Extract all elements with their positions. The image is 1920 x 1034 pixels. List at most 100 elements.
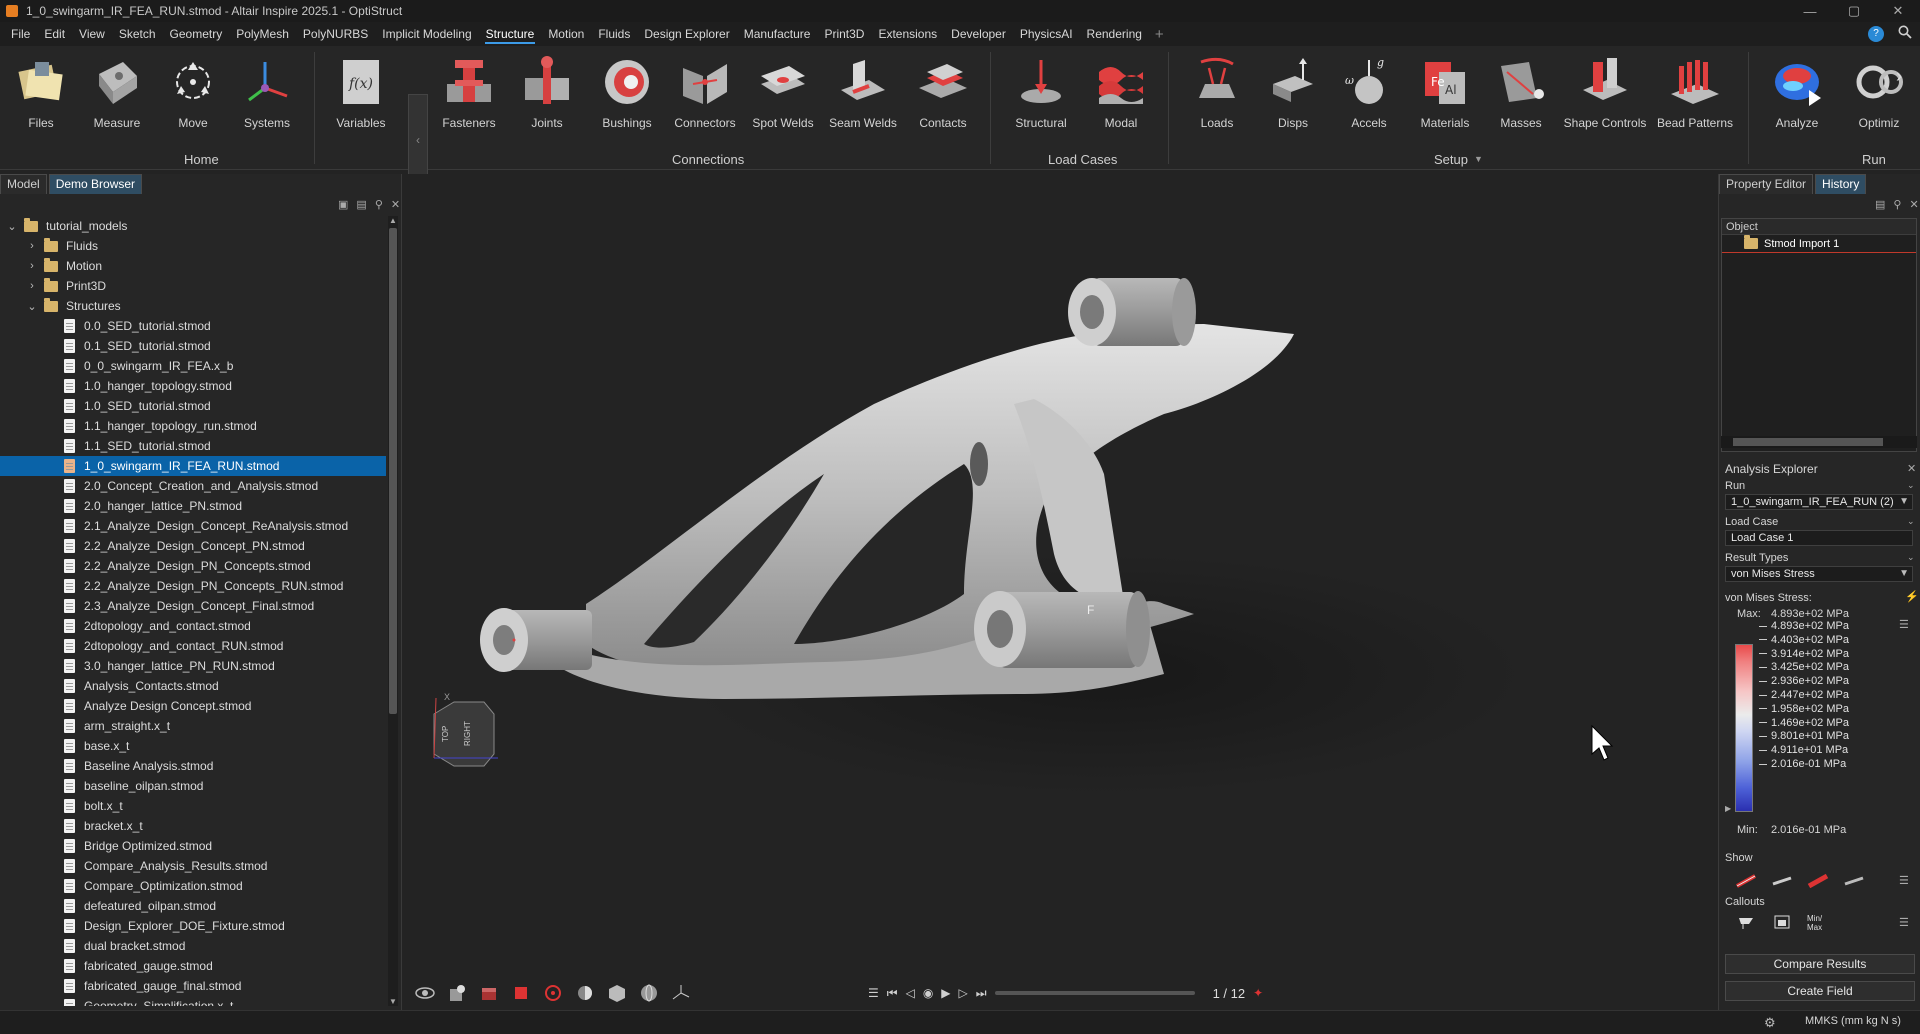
visibility-icon[interactable] — [446, 982, 468, 1004]
menu-polymesh[interactable]: PolyMesh — [229, 22, 296, 46]
last-frame-icon[interactable]: ⏭ — [976, 986, 987, 1001]
help-icon[interactable]: ? — [1868, 25, 1884, 42]
bead-patterns-tool[interactable]: Bead Patterns — [1657, 52, 1733, 130]
tree-file[interactable]: Design_Explorer_DOE_Fixture.stmod — [0, 916, 386, 936]
chevron-down-icon[interactable]: ⌄ — [1907, 516, 1915, 527]
tree-file[interactable]: 2.1_Analyze_Design_Concept_ReAnalysis.st… — [0, 516, 386, 536]
tree-file[interactable]: 1.0_hanger_topology.stmod — [0, 376, 386, 396]
tree-file[interactable]: 2dtopology_and_contact_RUN.stmod — [0, 636, 386, 656]
swingarm-model[interactable]: F TOP RIGHT X Y — [396, 174, 1716, 1010]
tree-file[interactable]: 1.1_hanger_topology_run.stmod — [0, 416, 386, 436]
callout-flag-icon[interactable] — [1735, 914, 1757, 930]
close-button[interactable]: ✕ — [1876, 0, 1920, 22]
tree-file[interactable]: Analyze Design Concept.stmod — [0, 696, 386, 716]
chevron-down-icon[interactable]: ⌄ — [1907, 552, 1915, 563]
fasteners-tool[interactable]: Fasteners — [432, 52, 506, 130]
cube-icon[interactable] — [606, 982, 628, 1004]
view-orbit-icon[interactable] — [414, 982, 436, 1004]
menu-edit[interactable]: Edit — [37, 22, 72, 46]
tree-file[interactable]: 1.1_SED_tutorial.stmod — [0, 436, 386, 456]
analyze-tool[interactable]: Analyze — [1760, 52, 1834, 130]
close-icon[interactable]: ✕ — [1907, 462, 1916, 475]
history-scrollbar[interactable] — [1721, 436, 1917, 448]
chevron-right-icon[interactable]: › — [26, 260, 38, 272]
search-icon[interactable]: ⚲ — [1893, 198, 1901, 211]
minimize-button[interactable]: — — [1788, 0, 1832, 22]
structural-tool[interactable]: Structural — [1004, 52, 1078, 130]
tab-demo-browser[interactable]: Demo Browser — [48, 174, 143, 194]
outline-icon[interactable] — [1843, 872, 1865, 888]
run-select[interactable]: 1_0_swingarm_IR_FEA_RUN (2) ▼ — [1725, 494, 1913, 510]
tree-file[interactable]: 2.0_hanger_lattice_PN.stmod — [0, 496, 386, 516]
view-cube-top[interactable]: TOP — [441, 726, 450, 742]
tree-file[interactable]: 0.0_SED_tutorial.stmod — [0, 316, 386, 336]
contour-icon[interactable] — [1807, 872, 1829, 889]
callout-image-icon[interactable] — [1771, 914, 1793, 930]
tree-file[interactable]: 2.2_Analyze_Design_Concept_PN.stmod — [0, 536, 386, 556]
optimize-tool[interactable]: Optimiz — [1842, 52, 1916, 130]
tree-file[interactable]: Compare_Analysis_Results.stmod — [0, 856, 386, 876]
tree-file[interactable]: defeatured_oilpan.stmod — [0, 896, 386, 916]
joints-tool[interactable]: Joints — [510, 52, 584, 130]
create-field-button[interactable]: Create Field — [1725, 981, 1915, 1001]
animation-slider[interactable] — [994, 991, 1195, 995]
layout-icon[interactable]: ▤ — [1875, 198, 1885, 211]
tree-file[interactable]: Baseline Analysis.stmod — [0, 756, 386, 776]
record-icon[interactable]: ◉ — [923, 986, 933, 1000]
tree-file[interactable]: Geometry_Simplification.x_t — [0, 996, 386, 1006]
menu-view[interactable]: View — [72, 22, 112, 46]
3d-viewport[interactable]: F TOP RIGHT X Y — [396, 174, 1716, 1010]
disps-tool[interactable]: Disps — [1256, 52, 1330, 130]
menu-geometry[interactable]: Geometry — [163, 22, 230, 46]
masses-tool[interactable]: Masses — [1484, 52, 1558, 130]
close-icon[interactable]: ✕ — [1909, 198, 1918, 211]
fit-view-icon[interactable] — [510, 982, 532, 1004]
tree-folder[interactable]: › Print3D — [0, 276, 386, 296]
accels-tool[interactable]: gω Accels — [1332, 52, 1406, 130]
animation-menu-icon[interactable]: ☰ — [868, 986, 879, 1000]
animation-settings-icon[interactable]: ✦ — [1253, 986, 1263, 1000]
menu-structure[interactable]: Structure — [479, 22, 542, 46]
tree-file[interactable]: 2.2_Analyze_Design_PN_Concepts_RUN.stmod — [0, 576, 386, 596]
view-cube-right[interactable]: RIGHT — [463, 721, 472, 746]
tree-file[interactable]: 2.0_Concept_Creation_and_Analysis.stmod — [0, 476, 386, 496]
gear-icon[interactable]: ⚙ — [1764, 1015, 1776, 1031]
menu-rendering[interactable]: Rendering — [1080, 22, 1149, 46]
modal-tool[interactable]: Modal — [1084, 52, 1158, 130]
tree-file[interactable]: 1_0_swingarm_IR_FEA_RUN.stmod — [0, 456, 386, 476]
chevron-down-icon[interactable]: ⌄ — [6, 220, 18, 233]
search-icon[interactable]: ⚲ — [375, 198, 383, 211]
load-marker[interactable]: F — [1087, 603, 1094, 617]
menu-sketch[interactable]: Sketch — [112, 22, 163, 46]
ribbon-scroll-right[interactable]: › — [1896, 66, 1902, 87]
tree-folder[interactable]: ⌄ Structures — [0, 296, 386, 316]
files-tool[interactable]: Files — [4, 52, 78, 130]
deformed-shape-icon[interactable] — [1735, 872, 1757, 888]
chevron-down-icon[interactable]: ⌄ — [26, 300, 38, 313]
tree-file[interactable]: 2dtopology_and_contact.stmod — [0, 616, 386, 636]
tree-file[interactable]: Analysis_Contacts.stmod — [0, 676, 386, 696]
target-icon[interactable] — [542, 982, 564, 1004]
menu-polynurbs[interactable]: PolyNURBS — [296, 22, 375, 46]
show-menu-icon[interactable]: ☰ — [1899, 874, 1909, 887]
axes-icon[interactable] — [670, 982, 692, 1004]
bushings-tool[interactable]: Bushings — [590, 52, 664, 130]
tree-file[interactable]: 2.3_Analyze_Design_Concept_Final.stmod — [0, 596, 386, 616]
tree-file[interactable]: 2.2_Analyze_Design_PN_Concepts.stmod — [0, 556, 386, 576]
tree-file[interactable]: arm_straight.x_t — [0, 716, 386, 736]
tree-file[interactable]: 0.1_SED_tutorial.stmod — [0, 336, 386, 356]
view-cube[interactable]: TOP RIGHT X Y — [396, 692, 498, 770]
unit-system[interactable]: MMKS (mm kg N s) — [1805, 1015, 1901, 1027]
seam-welds-tool[interactable]: Seam Welds — [826, 52, 900, 130]
scroll-up-icon[interactable]: ▲ — [389, 216, 397, 225]
first-frame-icon[interactable]: ⏮ — [887, 986, 898, 1001]
history-item[interactable]: Stmod Import 1 — [1722, 235, 1916, 253]
tree-file[interactable]: 3.0_hanger_lattice_PN_RUN.stmod — [0, 656, 386, 676]
search-icon[interactable] — [1898, 25, 1912, 42]
scrollbar-thumb[interactable] — [1733, 438, 1883, 446]
tree-file[interactable]: base.x_t — [0, 736, 386, 756]
ribbon-scroll-left[interactable]: ‹ — [408, 94, 428, 186]
layout-icon[interactable]: ▤ — [356, 198, 366, 211]
menu-implicit-modeling[interactable]: Implicit Modeling — [375, 22, 478, 46]
folder-open-icon[interactable]: ▣ — [338, 198, 348, 211]
